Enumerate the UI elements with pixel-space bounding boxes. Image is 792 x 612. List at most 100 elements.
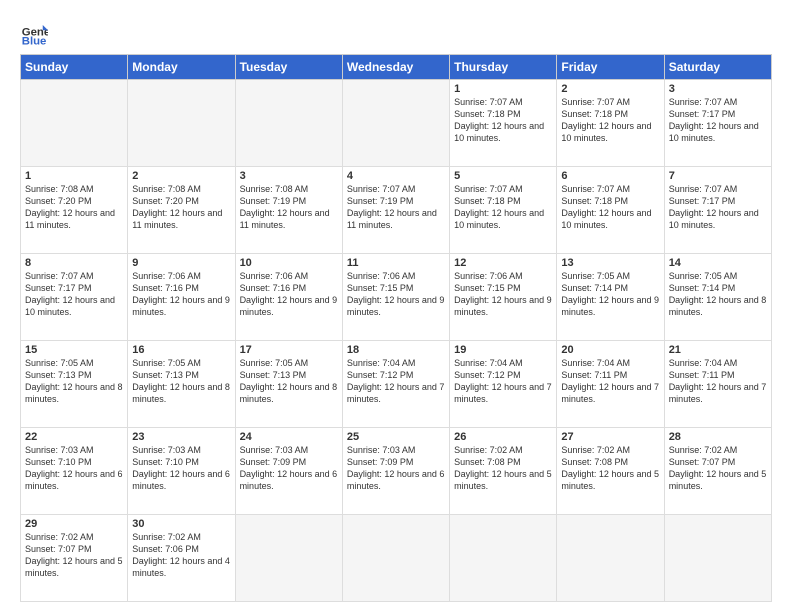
day-info: Sunrise: 7:02 AMSunset: 7:08 PMDaylight:…: [454, 444, 552, 493]
day-info: Sunrise: 7:02 AMSunset: 7:07 PMDaylight:…: [25, 531, 123, 580]
calendar-cell: [235, 515, 342, 602]
calendar-cell: 21Sunrise: 7:04 AMSunset: 7:11 PMDayligh…: [664, 341, 771, 428]
day-info: Sunrise: 7:02 AMSunset: 7:06 PMDaylight:…: [132, 531, 230, 580]
day-info: Sunrise: 7:04 AMSunset: 7:12 PMDaylight:…: [454, 357, 552, 406]
weekday-header: Tuesday: [235, 55, 342, 80]
calendar-cell: 6Sunrise: 7:07 AMSunset: 7:18 PMDaylight…: [557, 167, 664, 254]
day-number: 21: [669, 344, 767, 356]
calendar-table: SundayMondayTuesdayWednesdayThursdayFrid…: [20, 54, 772, 602]
day-info: Sunrise: 7:03 AMSunset: 7:10 PMDaylight:…: [132, 444, 230, 493]
header: General Blue: [20, 18, 772, 46]
day-number: 16: [132, 344, 230, 356]
day-number: 24: [240, 431, 338, 443]
day-info: Sunrise: 7:05 AMSunset: 7:13 PMDaylight:…: [240, 357, 338, 406]
calendar-cell: 11Sunrise: 7:06 AMSunset: 7:15 PMDayligh…: [342, 254, 449, 341]
weekday-header: Wednesday: [342, 55, 449, 80]
calendar-cell: 1Sunrise: 7:07 AMSunset: 7:18 PMDaylight…: [450, 80, 557, 167]
day-info: Sunrise: 7:08 AMSunset: 7:19 PMDaylight:…: [240, 183, 338, 232]
day-info: Sunrise: 7:06 AMSunset: 7:16 PMDaylight:…: [132, 270, 230, 319]
day-number: 26: [454, 431, 552, 443]
day-info: Sunrise: 7:08 AMSunset: 7:20 PMDaylight:…: [25, 183, 123, 232]
calendar-cell: 3Sunrise: 7:08 AMSunset: 7:19 PMDaylight…: [235, 167, 342, 254]
calendar-cell: 7Sunrise: 7:07 AMSunset: 7:17 PMDaylight…: [664, 167, 771, 254]
day-info: Sunrise: 7:07 AMSunset: 7:17 PMDaylight:…: [669, 96, 767, 145]
calendar-cell: 13Sunrise: 7:05 AMSunset: 7:14 PMDayligh…: [557, 254, 664, 341]
day-number: 12: [454, 257, 552, 269]
calendar-cell: 25Sunrise: 7:03 AMSunset: 7:09 PMDayligh…: [342, 428, 449, 515]
day-info: Sunrise: 7:03 AMSunset: 7:10 PMDaylight:…: [25, 444, 123, 493]
day-number: 25: [347, 431, 445, 443]
calendar-cell: 29Sunrise: 7:02 AMSunset: 7:07 PMDayligh…: [21, 515, 128, 602]
calendar-cell: 15Sunrise: 7:05 AMSunset: 7:13 PMDayligh…: [21, 341, 128, 428]
calendar-cell: 23Sunrise: 7:03 AMSunset: 7:10 PMDayligh…: [128, 428, 235, 515]
day-number: 13: [561, 257, 659, 269]
weekday-header: Monday: [128, 55, 235, 80]
calendar-cell: 10Sunrise: 7:06 AMSunset: 7:16 PMDayligh…: [235, 254, 342, 341]
day-info: Sunrise: 7:05 AMSunset: 7:13 PMDaylight:…: [25, 357, 123, 406]
day-number: 10: [240, 257, 338, 269]
day-number: 14: [669, 257, 767, 269]
day-info: Sunrise: 7:06 AMSunset: 7:15 PMDaylight:…: [454, 270, 552, 319]
calendar-cell: [235, 80, 342, 167]
calendar-cell: [450, 515, 557, 602]
day-number: 18: [347, 344, 445, 356]
day-info: Sunrise: 7:07 AMSunset: 7:17 PMDaylight:…: [669, 183, 767, 232]
day-number: 9: [132, 257, 230, 269]
calendar-cell: 8Sunrise: 7:07 AMSunset: 7:17 PMDaylight…: [21, 254, 128, 341]
calendar-cell: 28Sunrise: 7:02 AMSunset: 7:07 PMDayligh…: [664, 428, 771, 515]
day-info: Sunrise: 7:05 AMSunset: 7:14 PMDaylight:…: [561, 270, 659, 319]
weekday-header: Sunday: [21, 55, 128, 80]
day-number: 19: [454, 344, 552, 356]
calendar-cell: 2Sunrise: 7:08 AMSunset: 7:20 PMDaylight…: [128, 167, 235, 254]
calendar-cell: 14Sunrise: 7:05 AMSunset: 7:14 PMDayligh…: [664, 254, 771, 341]
day-info: Sunrise: 7:05 AMSunset: 7:14 PMDaylight:…: [669, 270, 767, 319]
weekday-header: Thursday: [450, 55, 557, 80]
day-number: 27: [561, 431, 659, 443]
calendar-cell: 18Sunrise: 7:04 AMSunset: 7:12 PMDayligh…: [342, 341, 449, 428]
calendar-cell: 20Sunrise: 7:04 AMSunset: 7:11 PMDayligh…: [557, 341, 664, 428]
calendar-cell: [342, 80, 449, 167]
day-number: 3: [669, 83, 767, 95]
day-info: Sunrise: 7:06 AMSunset: 7:15 PMDaylight:…: [347, 270, 445, 319]
day-info: Sunrise: 7:07 AMSunset: 7:18 PMDaylight:…: [454, 96, 552, 145]
logo-icon: General Blue: [20, 18, 48, 46]
day-number: 4: [347, 170, 445, 182]
day-info: Sunrise: 7:04 AMSunset: 7:12 PMDaylight:…: [347, 357, 445, 406]
day-info: Sunrise: 7:03 AMSunset: 7:09 PMDaylight:…: [347, 444, 445, 493]
calendar-cell: 16Sunrise: 7:05 AMSunset: 7:13 PMDayligh…: [128, 341, 235, 428]
day-info: Sunrise: 7:05 AMSunset: 7:13 PMDaylight:…: [132, 357, 230, 406]
calendar-cell: 5Sunrise: 7:07 AMSunset: 7:18 PMDaylight…: [450, 167, 557, 254]
weekday-header: Saturday: [664, 55, 771, 80]
day-info: Sunrise: 7:07 AMSunset: 7:18 PMDaylight:…: [454, 183, 552, 232]
svg-text:Blue: Blue: [22, 35, 47, 46]
calendar-cell: 26Sunrise: 7:02 AMSunset: 7:08 PMDayligh…: [450, 428, 557, 515]
calendar-cell: 19Sunrise: 7:04 AMSunset: 7:12 PMDayligh…: [450, 341, 557, 428]
calendar-cell: [21, 80, 128, 167]
calendar-cell: 27Sunrise: 7:02 AMSunset: 7:08 PMDayligh…: [557, 428, 664, 515]
calendar-cell: [664, 515, 771, 602]
day-number: 23: [132, 431, 230, 443]
calendar-cell: [128, 80, 235, 167]
day-info: Sunrise: 7:07 AMSunset: 7:18 PMDaylight:…: [561, 183, 659, 232]
day-number: 2: [561, 83, 659, 95]
page: General Blue SundayMondayTuesdayWednesda…: [0, 0, 792, 612]
logo: General Blue: [20, 18, 48, 46]
calendar-cell: 2Sunrise: 7:07 AMSunset: 7:18 PMDaylight…: [557, 80, 664, 167]
day-number: 22: [25, 431, 123, 443]
calendar-cell: 12Sunrise: 7:06 AMSunset: 7:15 PMDayligh…: [450, 254, 557, 341]
day-number: 5: [454, 170, 552, 182]
calendar-cell: 24Sunrise: 7:03 AMSunset: 7:09 PMDayligh…: [235, 428, 342, 515]
day-number: 20: [561, 344, 659, 356]
day-info: Sunrise: 7:03 AMSunset: 7:09 PMDaylight:…: [240, 444, 338, 493]
day-info: Sunrise: 7:07 AMSunset: 7:18 PMDaylight:…: [561, 96, 659, 145]
day-info: Sunrise: 7:04 AMSunset: 7:11 PMDaylight:…: [669, 357, 767, 406]
day-number: 30: [132, 518, 230, 530]
calendar-cell: [342, 515, 449, 602]
day-number: 15: [25, 344, 123, 356]
day-number: 8: [25, 257, 123, 269]
day-number: 28: [669, 431, 767, 443]
day-number: 29: [25, 518, 123, 530]
day-number: 7: [669, 170, 767, 182]
calendar-cell: 4Sunrise: 7:07 AMSunset: 7:19 PMDaylight…: [342, 167, 449, 254]
day-number: 6: [561, 170, 659, 182]
